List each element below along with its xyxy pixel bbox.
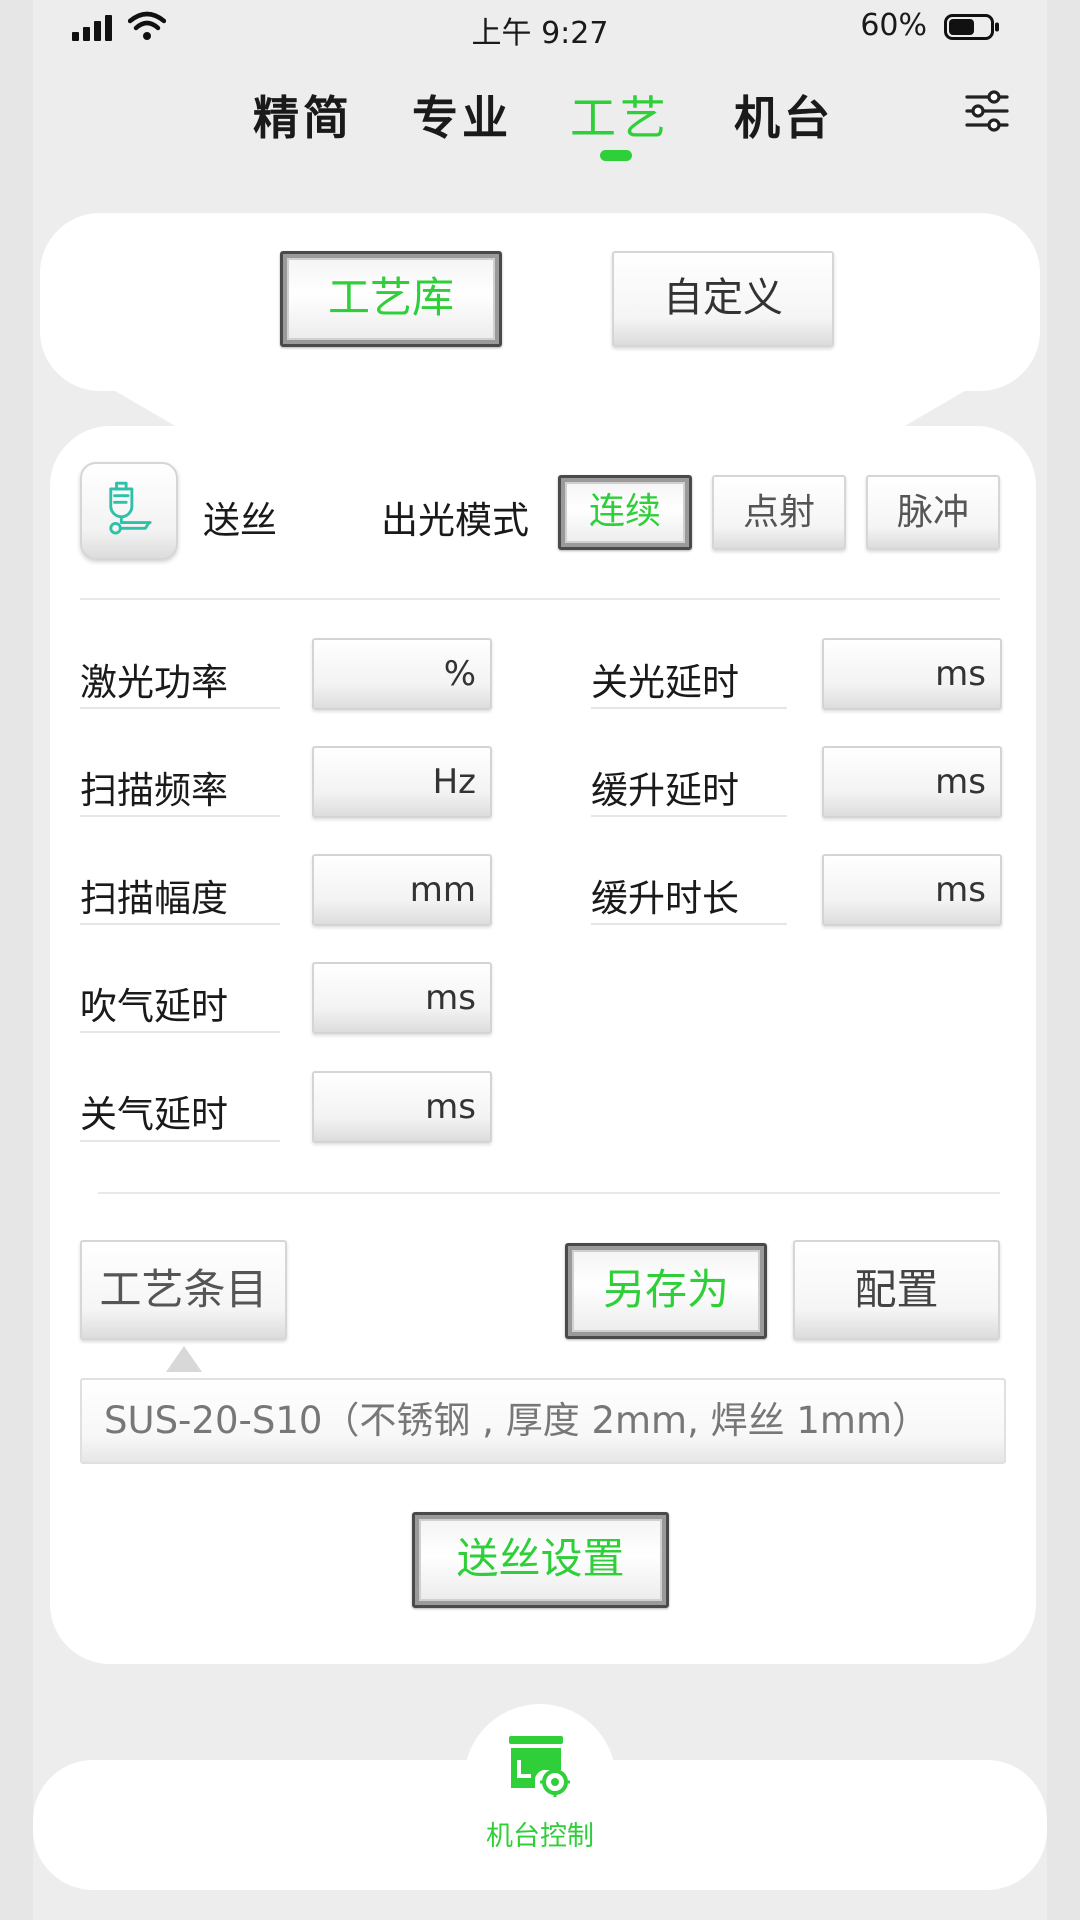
recipe-pointer: [166, 1346, 202, 1372]
label-underline: [591, 923, 787, 925]
param-label-ramp-duration: 缓升时长: [591, 877, 739, 920]
status-bar: 上午 9:27 60%: [0, 0, 1080, 56]
label-underline: [80, 707, 280, 709]
emission-spot-button[interactable]: 点射: [712, 475, 846, 550]
emission-continuous-button[interactable]: 连续: [558, 475, 692, 550]
param-label-light-off-delay: 关光延时: [591, 661, 739, 704]
blow-delay-input[interactable]: ms: [312, 962, 492, 1034]
param-label-scan-frequency: 扫描频率: [80, 769, 228, 812]
wire-feed-label: 送丝: [203, 499, 277, 542]
machine-control-label[interactable]: 机台控制: [0, 1814, 1080, 1853]
card-connector: [110, 388, 970, 428]
param-label-laser-power: 激光功率: [80, 661, 228, 704]
section-divider: [98, 1192, 1000, 1194]
top-tab-bar: 精简 专业 工艺 机台: [0, 82, 1080, 152]
battery-percent: 60%: [860, 8, 927, 43]
wire-feed-icon: [109, 481, 152, 535]
param-label-gas-off-delay: 关气延时: [80, 1093, 228, 1136]
emission-mode-label: 出光模式: [381, 499, 529, 542]
tab-process[interactable]: 工艺: [570, 82, 670, 148]
tab-machine[interactable]: 机台: [734, 82, 834, 148]
param-label-ramp-delay: 缓升延时: [591, 769, 739, 812]
wire-feed-button[interactable]: [80, 462, 178, 560]
label-underline: [591, 707, 787, 709]
emission-pulse-button[interactable]: 脉冲: [866, 475, 1000, 550]
process-library-button[interactable]: 工艺库: [280, 251, 502, 347]
scan-amplitude-input[interactable]: mm: [312, 854, 492, 926]
label-underline: [80, 815, 280, 817]
label-underline: [80, 923, 280, 925]
gas-off-delay-input[interactable]: ms: [312, 1071, 492, 1143]
label-underline: [80, 1140, 280, 1142]
label-underline: [80, 1031, 280, 1033]
save-as-button[interactable]: 另存为: [565, 1243, 767, 1339]
ramp-delay-input[interactable]: ms: [822, 746, 1002, 818]
scan-frequency-input[interactable]: Hz: [312, 746, 492, 818]
label-underline: [591, 815, 787, 817]
mode-card: [40, 213, 1040, 391]
light-off-delay-input[interactable]: ms: [822, 638, 1002, 710]
process-parameters-card: [50, 426, 1036, 1664]
wire-feed-settings-button[interactable]: 送丝设置: [412, 1512, 669, 1608]
param-label-scan-amplitude: 扫描幅度: [80, 877, 228, 920]
ramp-duration-input[interactable]: ms: [822, 854, 1002, 926]
config-button[interactable]: 配置: [793, 1240, 1000, 1340]
current-recipe-display[interactable]: SUS-20-S10（不锈钢 , 厚度 2mm, 焊丝 1mm）: [80, 1378, 1006, 1464]
machine-control-icon[interactable]: [505, 1734, 575, 1798]
active-tab-indicator: [600, 150, 632, 161]
custom-button[interactable]: 自定义: [612, 251, 834, 347]
settings-sliders-icon[interactable]: [964, 88, 1010, 134]
param-label-blow-delay: 吹气延时: [80, 985, 228, 1028]
laser-power-input[interactable]: %: [312, 638, 492, 710]
battery-icon: [944, 14, 999, 40]
tab-professional[interactable]: 专业: [412, 82, 512, 148]
tab-simple[interactable]: 精简: [253, 82, 353, 148]
section-divider: [80, 598, 1000, 600]
process-entry-button[interactable]: 工艺条目: [80, 1240, 287, 1340]
